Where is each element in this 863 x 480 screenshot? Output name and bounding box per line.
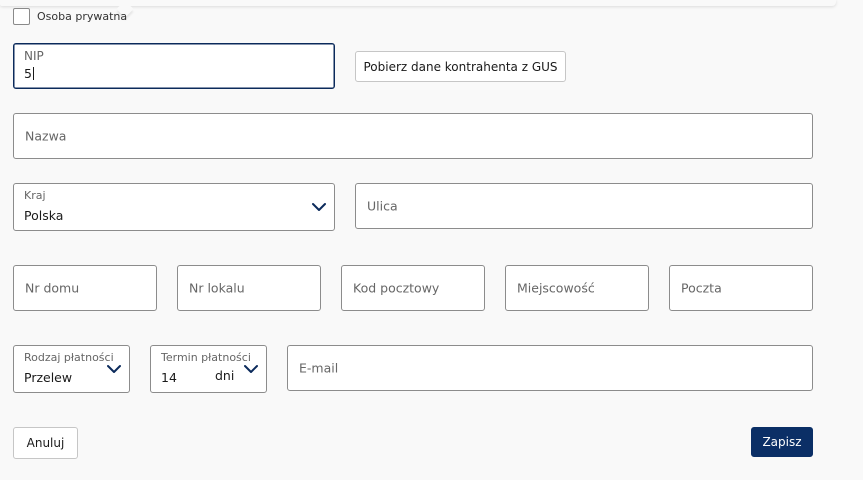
chevron-down-icon <box>107 365 121 373</box>
payment-term-select[interactable]: Termin płatności 14 dni <box>150 345 267 393</box>
country-select[interactable]: Kraj Polska <box>13 183 335 231</box>
private-person-row[interactable]: Osoba prywatna <box>13 8 127 25</box>
payment-type-value: Przelew <box>24 370 73 385</box>
nip-field[interactable]: NIP 5 <box>13 43 335 89</box>
apartment-number-placeholder: Nr lokalu <box>189 280 245 296</box>
post-office-field[interactable]: Poczta <box>669 265 813 311</box>
fetch-gus-label: Pobierz dane kontrahenta z GUS <box>363 59 558 74</box>
name-placeholder: Nazwa <box>25 128 67 144</box>
chevron-down-icon <box>312 203 326 211</box>
chevron-down-icon <box>244 365 258 373</box>
street-placeholder: Ulica <box>367 198 398 214</box>
payment-type-label: Rodzaj płatności <box>24 351 114 364</box>
country-value: Polska <box>24 208 64 223</box>
payment-term-value: 14 <box>161 370 177 385</box>
postal-code-placeholder: Kod pocztowy <box>353 280 440 296</box>
private-person-checkbox[interactable] <box>13 8 30 25</box>
street-field[interactable]: Ulica <box>355 183 813 229</box>
text-caret <box>32 67 34 80</box>
apartment-number-field[interactable]: Nr lokalu <box>177 265 321 311</box>
nip-label: NIP <box>24 49 44 63</box>
name-field[interactable]: Nazwa <box>13 113 813 159</box>
email-placeholder: E-mail <box>299 360 339 376</box>
post-office-placeholder: Poczta <box>681 280 722 296</box>
fetch-gus-button[interactable]: Pobierz dane kontrahenta z GUS <box>355 51 566 82</box>
cancel-label: Anuluj <box>26 436 65 450</box>
private-person-label: Osoba prywatna <box>37 10 128 23</box>
postal-code-field[interactable]: Kod pocztowy <box>341 265 485 311</box>
save-label: Zapisz <box>762 435 802 449</box>
house-number-placeholder: Nr domu <box>25 280 80 296</box>
payment-term-label: Termin płatności <box>161 351 251 364</box>
city-placeholder: Miejscowość <box>517 280 595 296</box>
nip-value: 5 <box>24 66 34 81</box>
save-button[interactable]: Zapisz <box>751 427 813 457</box>
city-field[interactable]: Miejscowość <box>505 265 649 311</box>
country-label: Kraj <box>24 189 46 202</box>
payment-type-select[interactable]: Rodzaj płatności Przelew <box>13 345 130 393</box>
cancel-button[interactable]: Anuluj <box>13 427 78 459</box>
house-number-field[interactable]: Nr domu <box>13 265 157 311</box>
payment-term-unit: dni <box>215 368 235 383</box>
email-field[interactable]: E-mail <box>287 345 813 391</box>
